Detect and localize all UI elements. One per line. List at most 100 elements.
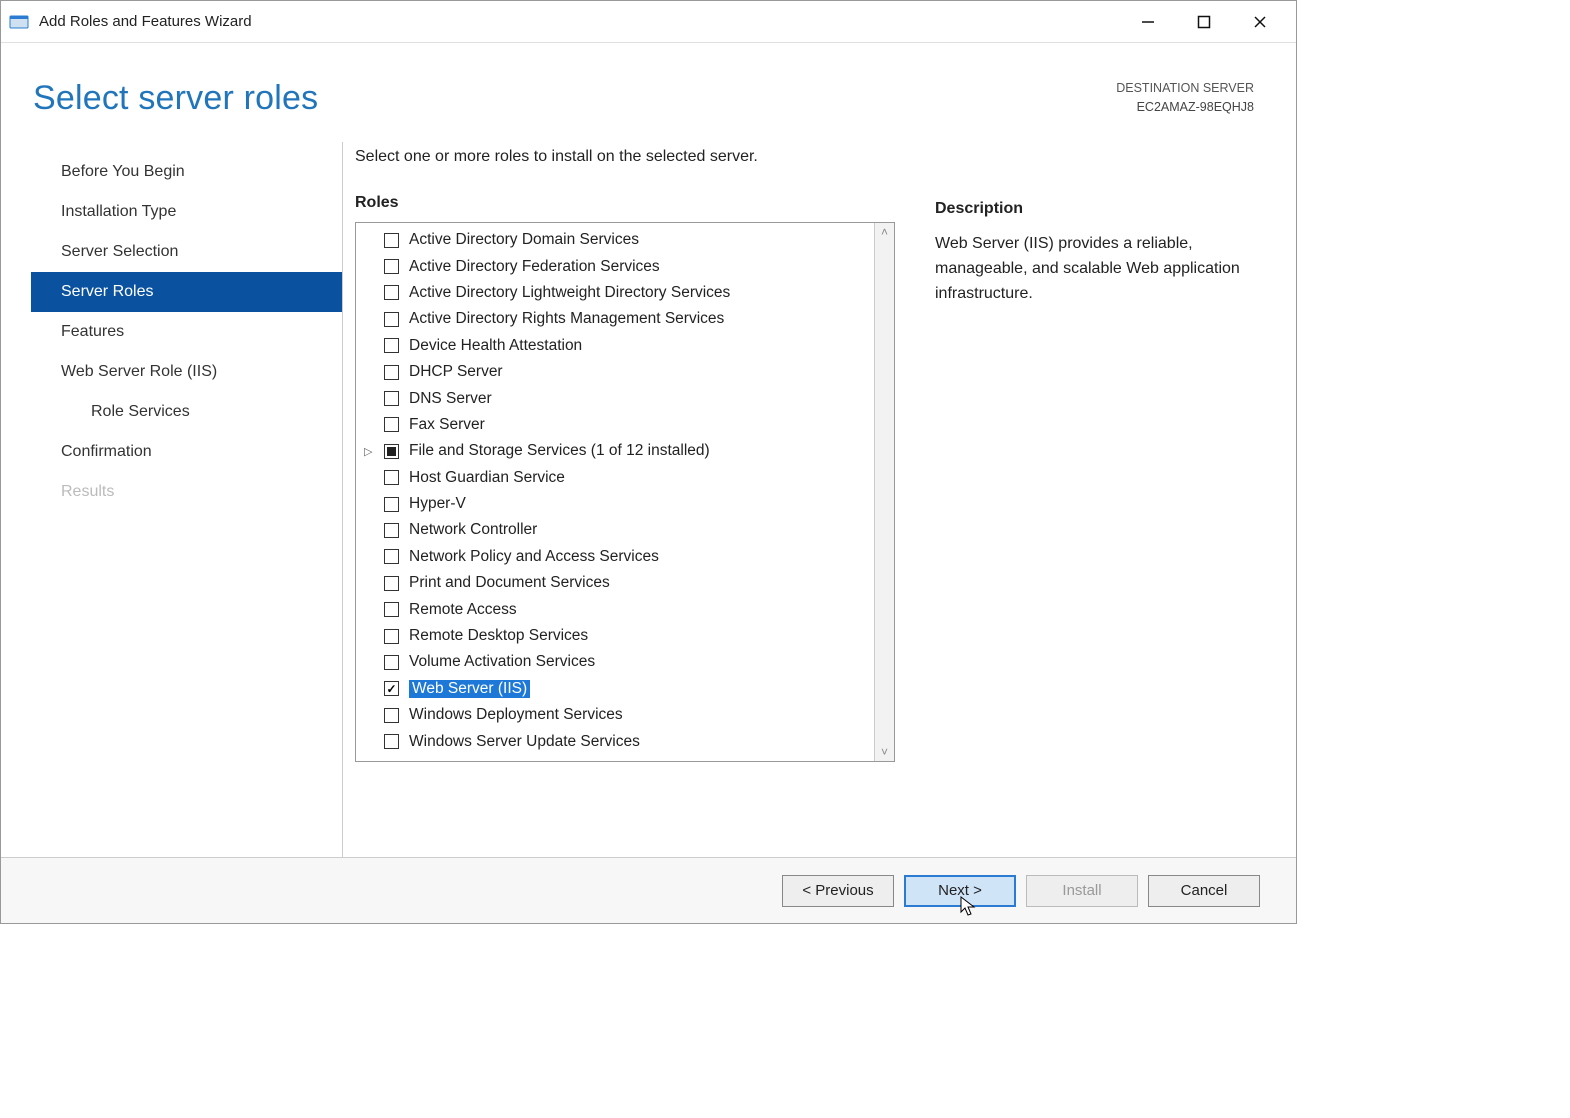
role-item[interactable]: Remote Desktop Services [356, 623, 874, 649]
role-label: Fax Server [409, 416, 485, 434]
scroll-track[interactable] [875, 239, 894, 745]
minimize-button[interactable] [1120, 1, 1176, 43]
role-item[interactable]: Hyper-V [356, 491, 874, 517]
nav-step-features[interactable]: Features [31, 312, 342, 352]
role-checkbox[interactable] [384, 734, 399, 749]
role-checkbox[interactable] [384, 338, 399, 353]
role-item[interactable]: Active Directory Federation Services [356, 253, 874, 279]
role-item[interactable]: DHCP Server [356, 359, 874, 385]
close-button[interactable] [1232, 1, 1288, 43]
role-checkbox[interactable] [384, 576, 399, 591]
role-label: Device Health Attestation [409, 337, 582, 355]
role-item[interactable]: Active Directory Domain Services [356, 227, 874, 253]
nav-step-confirmation[interactable]: Confirmation [31, 432, 342, 472]
role-checkbox[interactable] [384, 549, 399, 564]
scrollbar[interactable]: ˄ ˅ [874, 223, 894, 761]
role-label: Network Policy and Access Services [409, 548, 659, 566]
role-item[interactable]: Fax Server [356, 412, 874, 438]
role-item[interactable]: DNS Server [356, 385, 874, 411]
role-label: DNS Server [409, 390, 492, 408]
role-checkbox[interactable] [384, 259, 399, 274]
role-checkbox[interactable] [384, 708, 399, 723]
wizard-content: Select one or more roles to install on t… [343, 142, 1296, 857]
wizard-footer: < Previous Next > Install Cancel [1, 857, 1296, 923]
role-label: Windows Deployment Services [409, 706, 623, 724]
cancel-button[interactable]: Cancel [1148, 875, 1260, 907]
app-icon [9, 12, 29, 32]
wizard-nav: Before You BeginInstallation TypeServer … [31, 142, 343, 857]
roles-column: Select one or more roles to install on t… [355, 148, 895, 837]
install-button: Install [1026, 875, 1138, 907]
nav-step-server-roles[interactable]: Server Roles [31, 272, 342, 312]
role-label: File and Storage Services (1 of 12 insta… [409, 442, 710, 460]
role-checkbox[interactable] [384, 312, 399, 327]
role-item[interactable]: Device Health Attestation [356, 333, 874, 359]
role-label: Active Directory Federation Services [409, 258, 660, 276]
role-item[interactable]: ▷ File and Storage Services (1 of 12 inst… [356, 438, 874, 464]
role-item[interactable]: Active Directory Rights Management Servi… [356, 306, 874, 332]
role-label: Volume Activation Services [409, 653, 595, 671]
role-label: Active Directory Lightweight Directory S… [409, 284, 730, 302]
role-item[interactable]: Remote Access [356, 596, 874, 622]
role-label: Remote Access [409, 601, 517, 619]
scroll-down-icon[interactable]: ˅ [881, 745, 888, 759]
role-checkbox[interactable] [384, 655, 399, 670]
destination-block: DESTINATION SERVER EC2AMAZ-98EQHJ8 [1116, 79, 1254, 117]
role-checkbox[interactable] [384, 602, 399, 617]
roles-listbox: Active Directory Domain Services Active D… [355, 222, 895, 762]
roles-list[interactable]: Active Directory Domain Services Active D… [356, 223, 874, 761]
maximize-button[interactable] [1176, 1, 1232, 43]
role-item[interactable]: Host Guardian Service [356, 465, 874, 491]
nav-step-results: Results [31, 472, 342, 512]
scroll-up-icon[interactable]: ˄ [881, 225, 888, 239]
nav-step-web-server-role-iis-[interactable]: Web Server Role (IIS) [31, 352, 342, 392]
role-checkbox[interactable] [384, 365, 399, 380]
role-item[interactable]: Web Server (IIS) [356, 676, 874, 702]
role-checkbox[interactable] [384, 444, 399, 459]
role-checkbox[interactable] [384, 629, 399, 644]
role-label: Windows Server Update Services [409, 733, 640, 751]
description-text: Web Server (IIS) provides a reliable, ma… [935, 232, 1260, 306]
role-label: Host Guardian Service [409, 469, 565, 487]
wizard-body: Before You BeginInstallation TypeServer … [1, 142, 1296, 857]
role-label: Hyper-V [409, 495, 466, 513]
nav-step-role-services[interactable]: Role Services [31, 392, 342, 432]
role-checkbox[interactable] [384, 417, 399, 432]
destination-label: DESTINATION SERVER [1116, 79, 1254, 98]
role-checkbox[interactable] [384, 285, 399, 300]
next-button-label: Next > [938, 882, 982, 899]
nav-step-before-you-begin[interactable]: Before You Begin [31, 152, 342, 192]
role-item[interactable]: Windows Server Update Services [356, 728, 874, 754]
page-title: Select server roles [33, 79, 318, 118]
role-item[interactable]: Windows Deployment Services [356, 702, 874, 728]
nav-step-installation-type[interactable]: Installation Type [31, 192, 342, 232]
role-item[interactable]: Active Directory Lightweight Directory S… [356, 280, 874, 306]
next-button[interactable]: Next > [904, 875, 1016, 907]
role-label: DHCP Server [409, 363, 503, 381]
role-label: Print and Document Services [409, 574, 610, 592]
role-label: Web Server (IIS) [409, 680, 530, 698]
role-item[interactable]: Volume Activation Services [356, 649, 874, 675]
nav-step-server-selection[interactable]: Server Selection [31, 232, 342, 272]
expand-icon[interactable]: ▷ [364, 445, 376, 458]
role-checkbox[interactable] [384, 523, 399, 538]
role-checkbox[interactable] [384, 391, 399, 406]
instruction-text: Select one or more roles to install on t… [355, 148, 895, 166]
role-item[interactable]: Network Controller [356, 517, 874, 543]
destination-server: EC2AMAZ-98EQHJ8 [1116, 98, 1254, 117]
role-label: Active Directory Rights Management Servi… [409, 310, 724, 328]
window-controls [1120, 1, 1288, 43]
previous-button[interactable]: < Previous [782, 875, 894, 907]
role-checkbox[interactable] [384, 681, 399, 696]
roles-heading: Roles [355, 194, 895, 212]
description-column: Description Web Server (IIS) provides a … [935, 148, 1260, 837]
role-checkbox[interactable] [384, 470, 399, 485]
role-label: Active Directory Domain Services [409, 231, 639, 249]
role-checkbox[interactable] [384, 233, 399, 248]
role-item[interactable]: Network Policy and Access Services [356, 544, 874, 570]
role-label: Remote Desktop Services [409, 627, 588, 645]
description-heading: Description [935, 200, 1260, 218]
role-item[interactable]: Print and Document Services [356, 570, 874, 596]
role-label: Network Controller [409, 521, 537, 539]
role-checkbox[interactable] [384, 497, 399, 512]
